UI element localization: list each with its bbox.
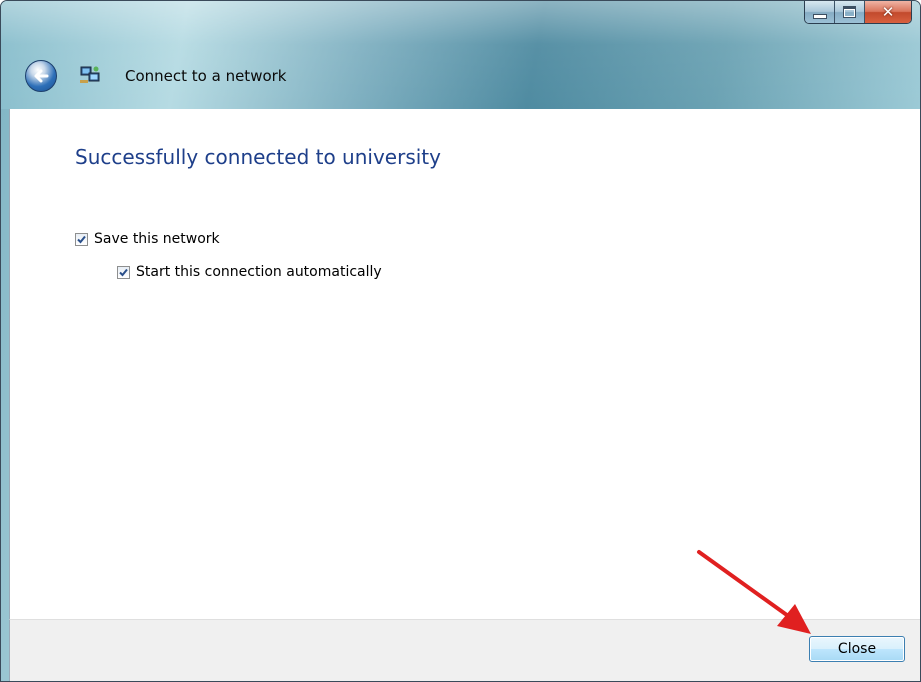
page-heading: Successfully connected to university	[75, 145, 441, 169]
auto-connect-checkbox[interactable]	[117, 265, 130, 279]
checkmark-icon	[119, 268, 128, 276]
content-area: Successfully connected to university Sav…	[9, 109, 920, 619]
close-button[interactable]: Close	[809, 636, 905, 662]
caption-buttons: ✕	[804, 1, 912, 24]
back-button[interactable]	[25, 60, 57, 92]
dialog-window: ✕ Connect to a network Successfully conn…	[0, 0, 921, 682]
back-arrow-icon	[34, 69, 49, 83]
minimize-icon	[812, 13, 827, 19]
red-arrow-annotation	[697, 550, 811, 634]
maximize-icon	[843, 6, 856, 18]
auto-connect-option[interactable]: Start this connection automatically	[117, 264, 382, 280]
title-bar: ✕ Connect to a network	[1, 1, 920, 109]
minimize-button[interactable]	[805, 1, 835, 23]
maximize-button[interactable]	[835, 1, 865, 23]
checkmark-icon	[77, 235, 86, 243]
auto-connect-label: Start this connection automatically	[136, 264, 382, 280]
save-network-option[interactable]: Save this network	[75, 231, 220, 247]
window-close-button[interactable]: ✕	[865, 1, 911, 23]
save-network-label: Save this network	[94, 231, 220, 247]
save-network-checkbox[interactable]	[75, 232, 88, 246]
network-icon	[80, 66, 100, 83]
window-title: Connect to a network	[125, 67, 287, 85]
close-icon: ✕	[881, 2, 895, 21]
